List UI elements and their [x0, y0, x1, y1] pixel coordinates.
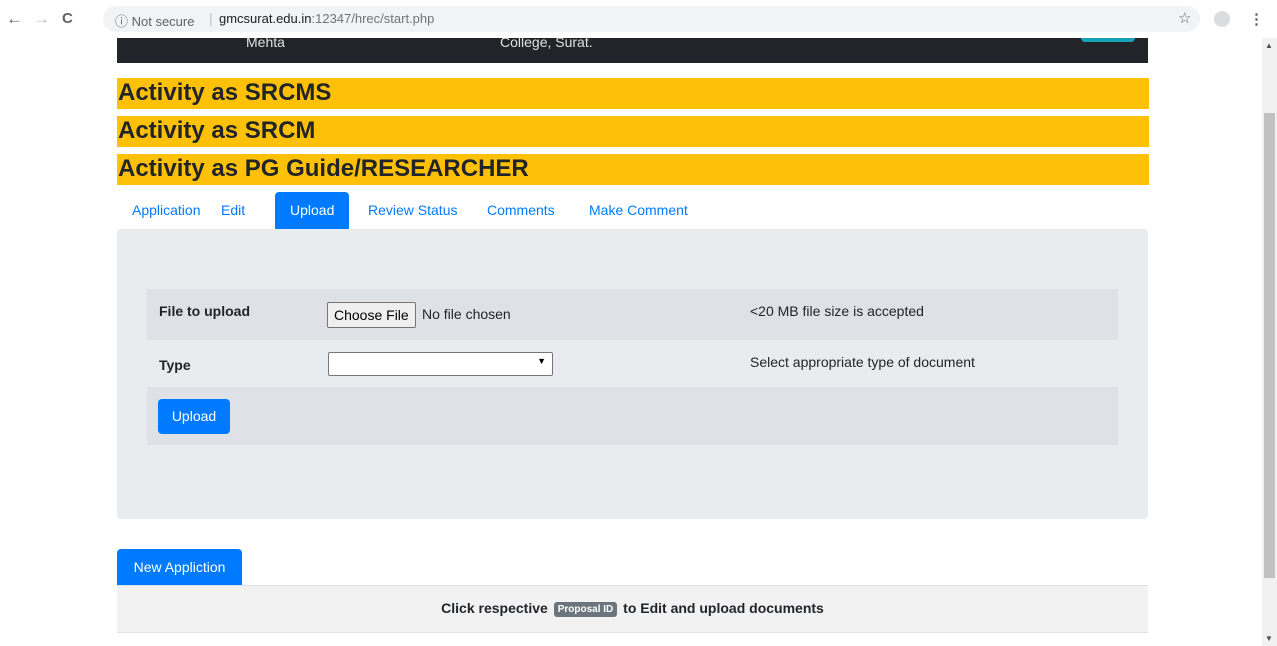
tab-upload[interactable]: Upload — [275, 192, 350, 229]
activity-srcm-bar[interactable]: Activity as SRCM — [117, 116, 1149, 147]
url-divider: | — [209, 10, 213, 26]
browser-menu-icon[interactable]: ⋮ — [1249, 10, 1264, 28]
tab-make-comment[interactable]: Make Comment — [574, 192, 703, 229]
file-upload-row: File to upload Choose File No file chose… — [147, 289, 1118, 340]
proposal-id-badge: Proposal ID — [553, 602, 618, 617]
tab-review-status[interactable]: Review Status — [353, 192, 472, 229]
page-viewport: Mehta College, Surat. Activity as SRCMS … — [0, 38, 1262, 646]
new-application-button[interactable]: New Appliction — [117, 549, 242, 585]
tab-comments[interactable]: Comments — [472, 192, 570, 229]
file-size-hint: <20 MB file size is accepted — [750, 303, 924, 319]
scrollbar-thumb[interactable] — [1264, 113, 1275, 578]
url-text: gmcsurat.edu.in:12347/hrec/start.php — [219, 11, 434, 26]
page-scrollbar[interactable]: ▲ ▼ — [1262, 38, 1277, 646]
bookmark-star-icon[interactable]: ☆ — [1178, 9, 1191, 27]
choose-file-button[interactable]: Choose File — [327, 302, 416, 328]
file-to-upload-label: File to upload — [159, 303, 250, 319]
url-path: :12347/hrec/start.php — [311, 11, 435, 26]
document-type-select[interactable]: ▼ — [328, 352, 553, 376]
activity-srcms-bar[interactable]: Activity as SRCMS — [117, 78, 1149, 109]
header-button[interactable] — [1081, 38, 1135, 42]
upload-card: File to upload Choose File No file chose… — [117, 229, 1148, 519]
tab-edit[interactable]: Edit — [206, 192, 260, 229]
browser-toolbar: ← → C ⓘ Not secure | gmcsurat.edu.in:123… — [0, 0, 1277, 38]
address-bar[interactable]: ⓘ Not secure | gmcsurat.edu.in:12347/hre… — [103, 6, 1200, 32]
profile-avatar-icon[interactable] — [1214, 11, 1230, 27]
header-center-text: College, Surat. — [500, 38, 593, 50]
instruction-prefix: Click respective — [441, 600, 548, 616]
back-icon[interactable]: ← — [6, 9, 23, 29]
proposal-instructions-bar: Click respective Proposal ID to Edit and… — [117, 585, 1148, 633]
scroll-down-icon[interactable]: ▼ — [1265, 634, 1273, 643]
activity-pg-guide-bar[interactable]: Activity as PG Guide/RESEARCHER — [117, 154, 1149, 185]
instruction-text: Click respective Proposal ID to Edit and… — [117, 600, 1148, 617]
no-file-chosen-text: No file chosen — [422, 306, 511, 322]
url-host: gmcsurat.edu.in — [219, 11, 312, 26]
upload-button[interactable]: Upload — [158, 399, 230, 434]
scroll-up-icon[interactable]: ▲ — [1265, 41, 1273, 50]
header-left-text: Mehta — [246, 38, 285, 50]
reload-icon[interactable]: C — [62, 9, 73, 29]
type-label: Type — [159, 357, 191, 373]
site-header: Mehta College, Surat. — [117, 38, 1148, 63]
security-indicator[interactable]: ⓘ Not secure — [115, 11, 194, 30]
chevron-down-icon: ▼ — [537, 356, 546, 366]
forward-icon[interactable]: → — [33, 9, 50, 29]
tab-application[interactable]: Application — [117, 192, 216, 229]
type-row: Type ▼ Select appropriate type of docume… — [147, 352, 1118, 387]
type-hint: Select appropriate type of document — [750, 354, 975, 370]
instruction-suffix: to Edit and upload documents — [623, 600, 824, 616]
upload-button-row: Upload — [147, 387, 1118, 445]
